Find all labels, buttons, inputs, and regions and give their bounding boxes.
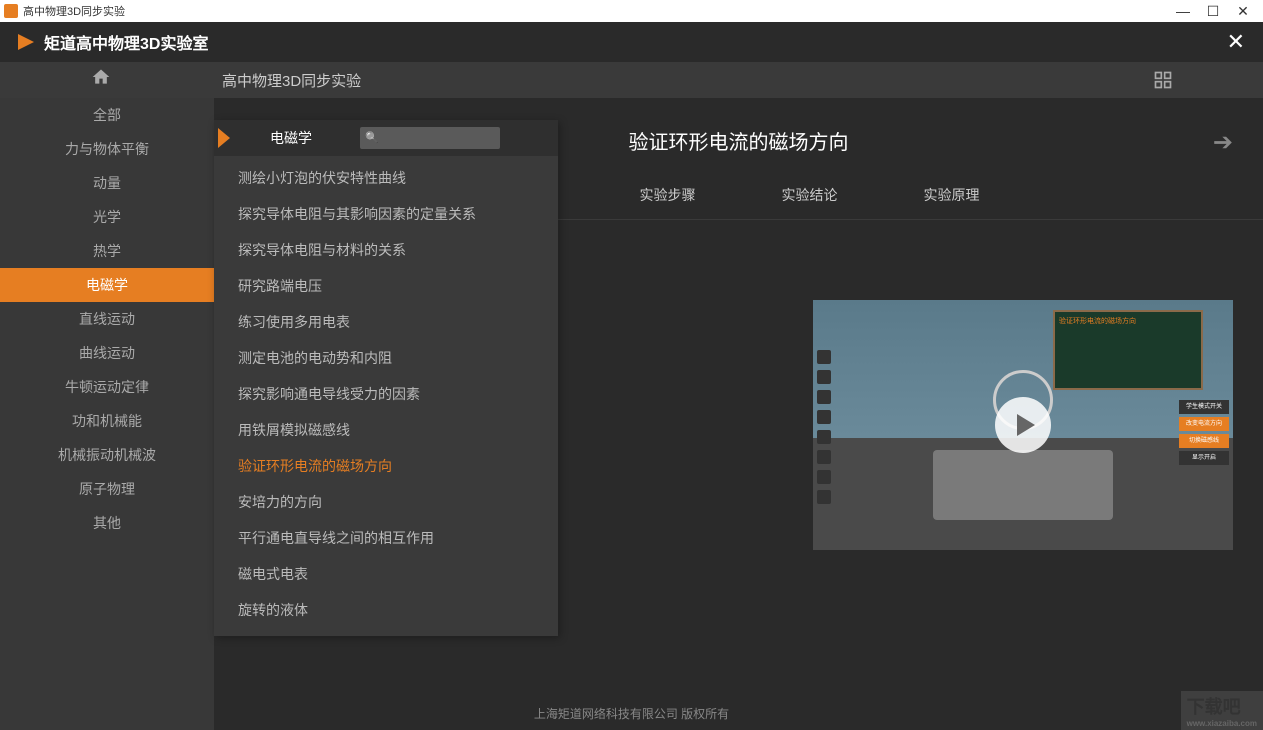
play-button[interactable] — [995, 397, 1051, 453]
sidebar-item-0[interactable]: 全部 — [0, 98, 214, 132]
sidebar-item-6[interactable]: 直线运动 — [0, 302, 214, 336]
submenu-item-13[interactable]: 观察阴极射线在磁场中的偏转 — [214, 628, 558, 636]
submenu-item-4[interactable]: 练习使用多用电表 — [214, 304, 558, 340]
maximize-button[interactable]: ☐ — [1207, 5, 1219, 17]
app-header: 矩道高中物理3D实验室 ✕ — [0, 22, 1263, 62]
category-sidebar: 全部力与物体平衡动量光学热学电磁学直线运动曲线运动牛顿运动定律功和机械能机械振动… — [0, 98, 214, 730]
search-input[interactable] — [360, 127, 500, 149]
sidebar-item-3[interactable]: 光学 — [0, 200, 214, 234]
submenu-item-3[interactable]: 研究路端电压 — [214, 268, 558, 304]
sidebar-item-10[interactable]: 机械振动机械波 — [0, 438, 214, 472]
submenu-item-11[interactable]: 磁电式电表 — [214, 556, 558, 592]
submenu-item-0[interactable]: 测绘小灯泡的伏安特性曲线 — [214, 160, 558, 196]
blackboard: 验证环形电流的磁场方向 — [1053, 310, 1203, 390]
experiment-video[interactable]: 验证环形电流的磁场方向 学生模式开关改变电流方向切换磁感线显示开启 — [813, 300, 1233, 550]
submenu-item-9[interactable]: 安培力的方向 — [214, 484, 558, 520]
sidebar-item-11[interactable]: 原子物理 — [0, 472, 214, 506]
home-icon[interactable] — [90, 67, 112, 93]
scene-toolbar — [817, 350, 833, 504]
panel-button-3[interactable]: 显示开启 — [1179, 451, 1229, 465]
sidebar-item-5[interactable]: 电磁学 — [0, 268, 214, 302]
experiment-submenu: 电磁学 测绘小灯泡的伏安特性曲线探究导体电阻与其影响因素的定量关系探究导体电阻与… — [214, 120, 558, 636]
app-icon — [4, 4, 18, 18]
submenu-item-7[interactable]: 用铁屑模拟磁感线 — [214, 412, 558, 448]
sidebar-item-8[interactable]: 牛顿运动定律 — [0, 370, 214, 404]
sidebar-item-9[interactable]: 功和机械能 — [0, 404, 214, 438]
navbar: 高中物理3D同步实验 — [0, 62, 1263, 98]
nav-title: 高中物理3D同步实验 — [222, 70, 361, 91]
window-title: 高中物理3D同步实验 — [23, 3, 125, 19]
watermark: 下载吧 www.xiazaiba.com — [1181, 691, 1263, 730]
submenu-item-6[interactable]: 探究影响通电导线受力的因素 — [214, 376, 558, 412]
submenu-item-5[interactable]: 测定电池的电动势和内阻 — [214, 340, 558, 376]
panel-button-2[interactable]: 切换磁感线 — [1179, 434, 1229, 448]
app-title: 矩道高中物理3D实验室 — [44, 30, 208, 54]
sidebar-item-2[interactable]: 动量 — [0, 166, 214, 200]
tab-1[interactable]: 实验步骤 — [632, 181, 704, 209]
sidebar-item-12[interactable]: 其他 — [0, 506, 214, 540]
close-button[interactable]: ✕ — [1237, 5, 1249, 17]
submenu-item-2[interactable]: 探究导体电阻与材料的关系 — [214, 232, 558, 268]
submenu-item-1[interactable]: 探究导体电阻与其影响因素的定量关系 — [214, 196, 558, 232]
search-icon — [360, 129, 500, 146]
sidebar-item-4[interactable]: 热学 — [0, 234, 214, 268]
window-titlebar: 高中物理3D同步实验 — ☐ ✕ — [0, 0, 1263, 22]
submenu-title: 电磁学 — [270, 128, 360, 148]
submenu-item-12[interactable]: 旋转的液体 — [214, 592, 558, 628]
play-icon — [1017, 414, 1035, 436]
tab-3[interactable]: 实验原理 — [916, 181, 988, 209]
submenu-item-10[interactable]: 平行通电直导线之间的相互作用 — [214, 520, 558, 556]
scene-panel: 学生模式开关改变电流方向切换磁感线显示开启 — [1179, 400, 1229, 465]
submenu-arrow-icon — [218, 128, 230, 148]
panel-button-0[interactable]: 学生模式开关 — [1179, 400, 1229, 414]
app-close-icon[interactable]: ✕ — [1227, 29, 1245, 55]
next-arrow-icon[interactable]: ➔ — [1213, 128, 1233, 157]
logo-icon — [18, 34, 34, 50]
sidebar-item-1[interactable]: 力与物体平衡 — [0, 132, 214, 166]
footer-copyright: 上海矩道网络科技有限公司 版权所有 — [0, 705, 1263, 722]
tab-2[interactable]: 实验结论 — [774, 181, 846, 209]
submenu-item-8[interactable]: 验证环形电流的磁场方向 — [214, 448, 558, 484]
grid-view-icon[interactable] — [1153, 70, 1173, 90]
panel-button-1[interactable]: 改变电流方向 — [1179, 417, 1229, 431]
sidebar-item-7[interactable]: 曲线运动 — [0, 336, 214, 370]
minimize-button[interactable]: — — [1177, 5, 1189, 17]
